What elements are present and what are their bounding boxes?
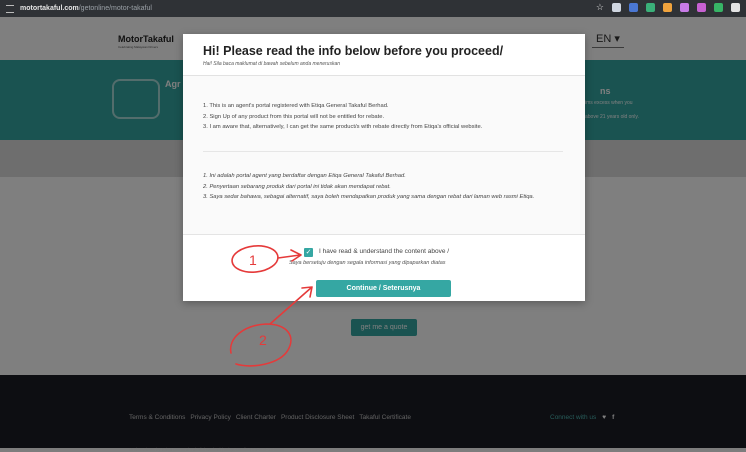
list-item: 2. Sign Up of any product from this port… — [203, 113, 385, 120]
list-item: 1. This is an agent's portal registered … — [203, 103, 389, 109]
agree-label-malay: Saya bersetuju dengan segala informasi y… — [289, 260, 446, 266]
url-path: /getonline/motor-takaful — [78, 5, 152, 12]
modal-divider — [183, 234, 585, 235]
extensions-puzzle-icon[interactable] — [731, 3, 740, 12]
malay-disclaimer-list: 1. Ini adalah portal agent yang berdafta… — [203, 171, 568, 203]
checkmark-icon: ✓ — [305, 249, 312, 256]
english-disclaimer-list: 1. This is an agent's portal registered … — [203, 101, 482, 133]
continue-button[interactable]: Continue / Seterusnya — [316, 280, 451, 297]
site-settings-icon[interactable] — [6, 4, 14, 13]
extensions-toolbar: ☆ — [596, 3, 740, 12]
extension-icon[interactable] — [680, 3, 689, 12]
url-host: motortakaful.com — [20, 5, 79, 12]
list-item: 1. Ini adalah portal agent yang berdafta… — [203, 173, 406, 179]
agree-checkbox[interactable]: ✓ — [304, 248, 313, 257]
extension-icon[interactable] — [612, 3, 621, 12]
extension-icon[interactable] — [663, 3, 672, 12]
agree-label[interactable]: I have read & understand the content abo… — [319, 248, 449, 255]
disclaimer-modal: Hi! Please read the info below before yo… — [183, 34, 585, 301]
address-bar[interactable]: motortakaful.com /getonline/motor-takafu… — [6, 4, 152, 13]
list-item: 2. Penyertaan sebarang produk dari porta… — [203, 183, 391, 190]
list-item: 3. I am aware that, alternatively, I can… — [203, 124, 483, 130]
modal-title: Hi! Please read the info below before yo… — [203, 44, 504, 58]
browser-top-bar: motortakaful.com /getonline/motor-takafu… — [0, 0, 746, 17]
extension-icon[interactable] — [629, 3, 638, 12]
extension-icon[interactable] — [697, 3, 706, 12]
modal-body: 1. This is an agent's portal registered … — [183, 76, 585, 234]
section-divider — [203, 151, 563, 152]
star-icon[interactable]: ☆ — [596, 3, 604, 12]
list-item: 3. Saya sedar bahawa, sebagai alternatif… — [203, 194, 535, 200]
extension-icon[interactable] — [714, 3, 723, 12]
extension-icon[interactable] — [646, 3, 655, 12]
modal-subtitle: Hai! Sila baca maklumat di bawah sebelum… — [203, 61, 341, 67]
